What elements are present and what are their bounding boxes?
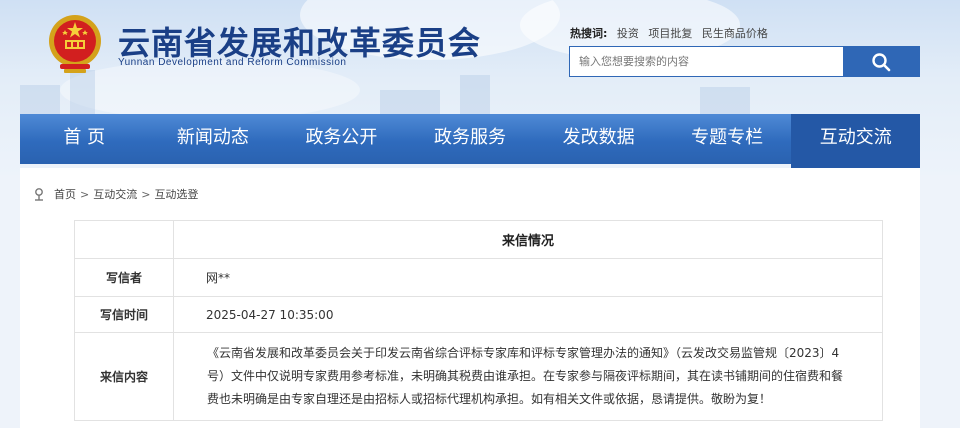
time-label: 写信时间 xyxy=(74,296,174,333)
letter-table: 来信情况 写信者 网** 写信时间 2025-04-27 10:35:00 来信… xyxy=(74,220,883,421)
main-nav: 首 页 新闻动态 政务公开 政务服务 发改数据 专题专栏 互动交流 xyxy=(20,114,921,168)
hot-keyword-project-approval[interactable]: 项目批复 xyxy=(648,27,692,40)
nav-home[interactable]: 首 页 xyxy=(20,114,149,164)
content-panel: 首页 > 互动交流 > 互动选登 来信情况 写信者 网** 写信时间 2025-… xyxy=(20,168,920,428)
hot-keyword-commodity-prices[interactable]: 民生商品价格 xyxy=(702,27,768,40)
time-value: 2025-04-27 10:35:00 xyxy=(173,296,883,333)
hot-keyword-investment[interactable]: 投资 xyxy=(617,27,639,40)
nav-special-topics[interactable]: 专题专栏 xyxy=(663,114,792,164)
nav-data[interactable]: 发改数据 xyxy=(534,114,663,164)
table-row: 写信时间 2025-04-27 10:35:00 xyxy=(74,296,883,333)
national-emblem-icon xyxy=(49,15,101,73)
breadcrumb-interaction[interactable]: 互动交流 xyxy=(93,186,137,202)
breadcrumb-selected-letters[interactable]: 互动选登 xyxy=(154,186,198,202)
table-row: 来信内容 《云南省发展和改革委员会关于印发云南省综合评标专家库和评标专家管理办法… xyxy=(74,332,883,421)
nav-news[interactable]: 新闻动态 xyxy=(149,114,278,164)
search-icon xyxy=(872,52,891,71)
table-row: 来信情况 xyxy=(74,220,883,259)
hot-search-bar: 热搜词: 投资 项目批复 民生商品价格 xyxy=(570,25,768,41)
breadcrumb-home[interactable]: 首页 xyxy=(54,186,76,202)
search-input[interactable] xyxy=(570,47,842,76)
breadcrumb: 首页 > 互动交流 > 互动选登 xyxy=(32,186,198,202)
breadcrumb-separator: > xyxy=(80,187,90,201)
nav-government-affairs[interactable]: 政务公开 xyxy=(277,114,406,164)
search-box xyxy=(569,46,920,77)
nav-interaction[interactable]: 互动交流 xyxy=(791,114,921,168)
letter-content: 《云南省发展和改革委员会关于印发云南省综合评标专家库和评标专家管理办法的通知》（… xyxy=(207,346,844,406)
content-label: 来信内容 xyxy=(74,332,174,421)
search-button[interactable] xyxy=(843,47,919,76)
nav-government-services[interactable]: 政务服务 xyxy=(406,114,535,164)
table-row: 写信者 网** xyxy=(74,258,883,297)
hot-search-label: 热搜词: xyxy=(570,27,608,40)
breadcrumb-separator: > xyxy=(141,187,151,201)
location-pin-icon xyxy=(35,188,43,201)
writer-label: 写信者 xyxy=(74,258,174,297)
site-subtitle: Yunnan Development and Reform Commission xyxy=(118,57,347,68)
section-title: 来信情况 xyxy=(173,220,883,259)
writer-value: 网** xyxy=(173,258,883,297)
